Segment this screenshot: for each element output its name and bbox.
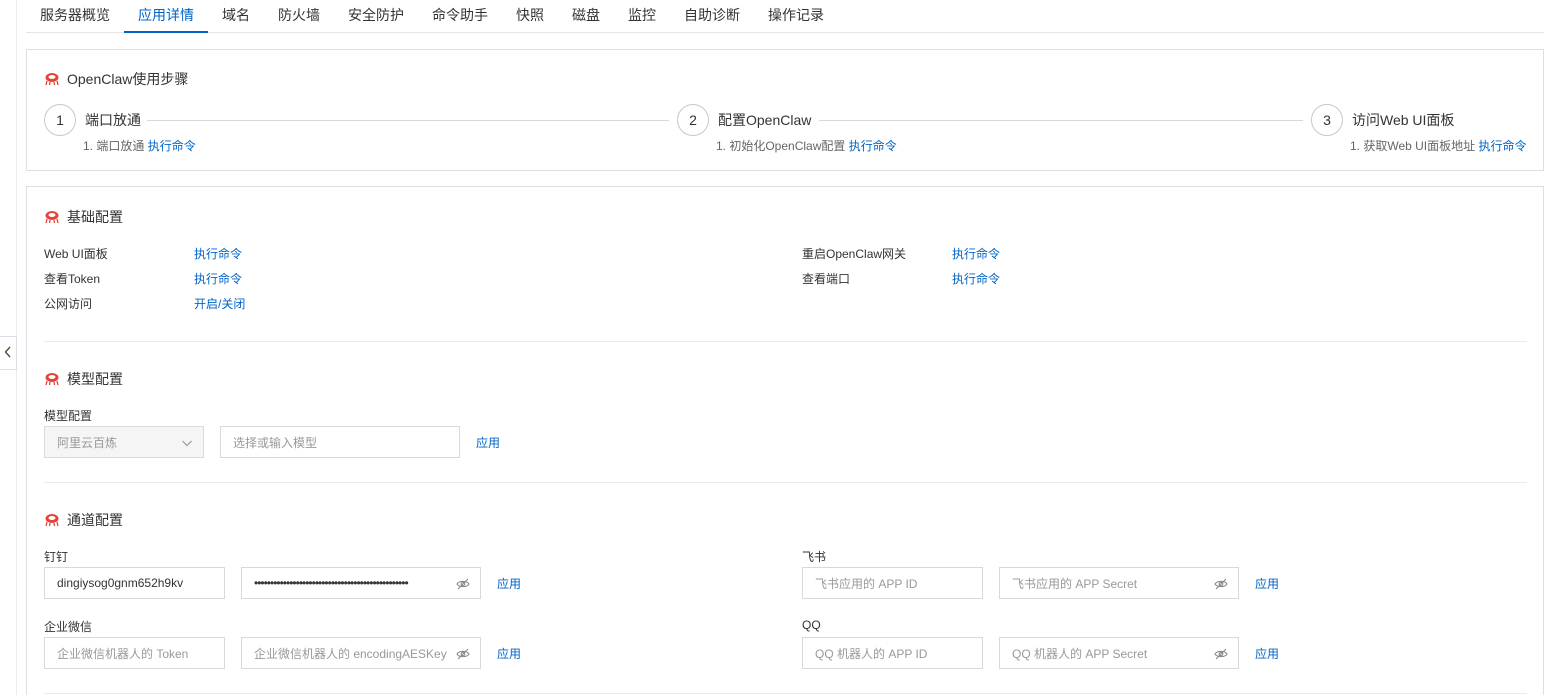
channel-config-title-text: 通道配置 (67, 512, 123, 528)
tab-monitoring[interactable]: 监控 (614, 0, 670, 32)
tab-app-detail[interactable]: 应用详情 (124, 0, 208, 33)
collapse-sidebar-button[interactable] (0, 336, 17, 370)
dingtalk-apply-button[interactable]: 应用 (497, 575, 521, 592)
wecom-label: 企业微信 (44, 620, 93, 634)
step-3-execute-link[interactable]: 执行命令 (1478, 139, 1526, 153)
wecom-token-placeholder: 企业微信机器人的 Token (57, 646, 189, 661)
webui-panel-execute-link[interactable]: 执行命令 (194, 245, 242, 262)
eye-off-icon[interactable] (1214, 577, 1228, 591)
step-2: 2 配置OpenClaw (677, 104, 811, 136)
model-input[interactable]: 选择或输入模型 (220, 426, 460, 458)
step-connector-1 (147, 120, 669, 121)
tab-security[interactable]: 安全防护 (334, 0, 418, 32)
openclaw-logo-icon (44, 210, 60, 224)
step-3-desc-text: 1. 获取Web UI面板地址 (1350, 139, 1476, 153)
dingtalk-secret-input[interactable]: ••••••••••••••••••••••••••••••••••••••••… (241, 567, 481, 599)
section-divider (44, 341, 1527, 342)
model-config-title-text: 模型配置 (67, 371, 123, 387)
wecom-token-input[interactable]: 企业微信机器人的 Token (44, 637, 225, 669)
config-card: 基础配置 Web UI面板 执行命令 查看Token 执行命令 公网访问 开启/… (26, 186, 1544, 695)
public-access-toggle-link[interactable]: 开启/关闭 (194, 295, 245, 312)
wecom-aeskey-placeholder: 企业微信机器人的 encodingAESKey (254, 646, 447, 661)
section-divider (44, 693, 1527, 694)
qq-app-id-placeholder: QQ 机器人的 APP ID (815, 646, 928, 661)
model-provider-value: 阿里云百炼 (57, 435, 118, 450)
model-config-title: 模型配置 (44, 369, 123, 389)
qq-app-id-input[interactable]: QQ 机器人的 APP ID (802, 637, 983, 669)
detail-tabs: 服务器概览 应用详情 域名 防火墙 安全防护 命令助手 快照 磁盘 监控 自助诊… (26, 0, 1544, 33)
webui-panel-label: Web UI面板 (44, 247, 108, 261)
feishu-app-id-placeholder: 飞书应用的 APP ID (815, 576, 918, 591)
qq-apply-button[interactable]: 应用 (1255, 645, 1279, 662)
step-1: 1 端口放通 (44, 104, 141, 136)
step-2-title: 配置OpenClaw (718, 112, 812, 128)
model-apply-button[interactable]: 应用 (476, 434, 500, 451)
dingtalk-label: 钉钉 (44, 550, 69, 564)
qq-secret-placeholder: QQ 机器人的 APP Secret (1012, 646, 1148, 661)
view-token-label: 查看Token (44, 272, 101, 286)
step-3-title: 访问Web UI面板 (1352, 112, 1455, 128)
tab-snapshot[interactable]: 快照 (502, 0, 558, 32)
restart-gateway-label: 重启OpenClaw网关 (802, 247, 907, 261)
chevron-down-icon (181, 437, 193, 449)
view-port-execute-link[interactable]: 执行命令 (952, 270, 1000, 287)
tab-disk[interactable]: 磁盘 (558, 0, 614, 32)
step-1-execute-link[interactable]: 执行命令 (148, 139, 196, 153)
model-input-placeholder: 选择或输入模型 (233, 435, 318, 450)
step-2-desc-text: 1. 初始化OpenClaw配置 (716, 139, 846, 153)
eye-off-icon[interactable] (456, 577, 470, 591)
openclaw-logo-icon (44, 372, 60, 386)
public-access-label: 公网访问 (44, 297, 93, 311)
openclaw-logo-icon (44, 513, 60, 527)
feishu-label: 飞书 (802, 550, 827, 564)
tab-firewall[interactable]: 防火墙 (264, 0, 334, 32)
eye-off-icon[interactable] (1214, 647, 1228, 661)
basic-config-title: 基础配置 (44, 207, 123, 227)
step-1-title: 端口放通 (85, 112, 141, 128)
view-port-label: 查看端口 (802, 272, 851, 286)
chevron-left-icon (4, 345, 12, 361)
step-connector-2 (819, 120, 1303, 121)
qq-label: QQ (802, 618, 821, 632)
dingtalk-app-key-value: dingiysog0gnm652h9kv (57, 576, 184, 590)
tab-self-diagnosis[interactable]: 自助诊断 (670, 0, 754, 32)
step-1-number: 1 (44, 104, 76, 136)
steps-title: OpenClaw使用步骤 (44, 69, 188, 89)
step-1-desc-text: 1. 端口放通 (83, 139, 145, 153)
steps-title-text: OpenClaw使用步骤 (67, 71, 189, 87)
feishu-secret-placeholder: 飞书应用的 APP Secret (1012, 576, 1138, 591)
step-2-execute-link[interactable]: 执行命令 (849, 139, 897, 153)
step-1-desc: 1. 端口放通 执行命令 (83, 137, 196, 154)
basic-config-title-text: 基础配置 (67, 209, 123, 225)
restart-gateway-execute-link[interactable]: 执行命令 (952, 245, 1000, 262)
step-3-desc: 1. 获取Web UI面板地址 执行命令 (1350, 137, 1527, 154)
eye-off-icon[interactable] (456, 647, 470, 661)
feishu-apply-button[interactable]: 应用 (1255, 575, 1279, 592)
app-detail-page: 服务器概览 应用详情 域名 防火墙 安全防护 命令助手 快照 磁盘 监控 自助诊… (0, 0, 1552, 695)
qq-secret-input[interactable]: QQ 机器人的 APP Secret (999, 637, 1239, 669)
openclaw-logo-icon (44, 72, 60, 86)
tab-operation-log[interactable]: 操作记录 (754, 0, 838, 32)
tab-command-assistant[interactable]: 命令助手 (418, 0, 502, 32)
step-3: 3 访问Web UI面板 (1311, 104, 1454, 136)
model-provider-select[interactable]: 阿里云百炼 (44, 426, 204, 458)
dingtalk-secret-value: ••••••••••••••••••••••••••••••••••••••••… (254, 576, 409, 590)
section-divider (44, 482, 1527, 483)
feishu-secret-input[interactable]: 飞书应用的 APP Secret (999, 567, 1239, 599)
model-config-field-label: 模型配置 (44, 409, 93, 423)
step-3-number: 3 (1311, 104, 1343, 136)
tab-domain[interactable]: 域名 (208, 0, 264, 32)
openclaw-steps-card: OpenClaw使用步骤 1 端口放通 1. 端口放通 执行命令 2 配置Ope… (26, 49, 1544, 171)
view-token-execute-link[interactable]: 执行命令 (194, 270, 242, 287)
channel-config-title: 通道配置 (44, 510, 123, 530)
feishu-app-id-input[interactable]: 飞书应用的 APP ID (802, 567, 983, 599)
step-2-desc: 1. 初始化OpenClaw配置 执行命令 (716, 137, 897, 154)
wecom-aeskey-input[interactable]: 企业微信机器人的 encodingAESKey (241, 637, 481, 669)
dingtalk-app-key-input[interactable]: dingiysog0gnm652h9kv (44, 567, 225, 599)
step-2-number: 2 (677, 104, 709, 136)
tab-server-overview[interactable]: 服务器概览 (26, 0, 124, 32)
wecom-apply-button[interactable]: 应用 (497, 645, 521, 662)
